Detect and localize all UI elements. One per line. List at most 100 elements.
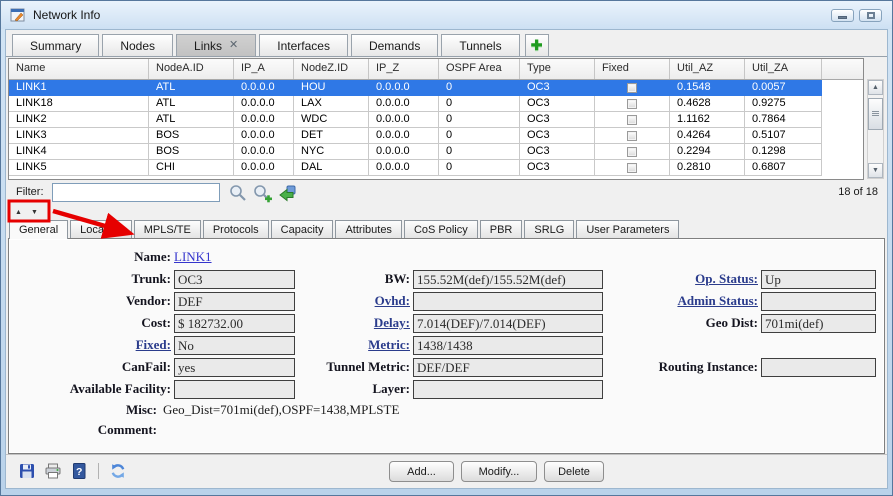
tab-summary[interactable]: Summary: [12, 34, 99, 56]
table-cell: LINK18: [9, 96, 149, 112]
table-row[interactable]: LINK1ATL0.0.0.0HOU0.0.0.00OC30.15480.005…: [9, 80, 863, 96]
field-label[interactable]: Fixed:: [9, 337, 171, 353]
table-row[interactable]: LINK3BOS0.0.0.0DET0.0.0.00OC30.42640.510…: [9, 128, 863, 144]
column-header[interactable]: OSPF Area: [439, 59, 520, 79]
delete-button[interactable]: Delete: [544, 461, 604, 482]
print-icon[interactable]: [44, 462, 62, 480]
table-cell: LINK2: [9, 112, 149, 128]
table-cell: WDC: [294, 112, 369, 128]
tab-label: Links: [194, 39, 222, 53]
column-header[interactable]: Util_ZA: [745, 59, 822, 79]
scroll-down-button[interactable]: ▼: [868, 163, 883, 178]
field-label: Tunnel Metric:: [298, 359, 410, 375]
tab-label: Interfaces: [277, 39, 330, 53]
link-detail-form: Name:LINK1Trunk:OC3BW:155.52M(def)/155.5…: [9, 246, 884, 440]
field-label: Layer:: [298, 381, 410, 397]
column-header[interactable]: NodeA.ID: [149, 59, 234, 79]
field-label[interactable]: Metric:: [298, 337, 410, 353]
table-cell: NYC: [294, 144, 369, 160]
search-icon[interactable]: [228, 183, 248, 203]
table-row[interactable]: LINK5CHI0.0.0.0DAL0.0.0.00OC30.28100.680…: [9, 160, 863, 176]
column-header[interactable]: IP_Z: [369, 59, 439, 79]
detail-tab-general[interactable]: General: [9, 220, 68, 239]
search-reset-icon[interactable]: [278, 183, 298, 203]
tab-nodes[interactable]: Nodes: [102, 34, 173, 56]
modify-button[interactable]: Modify...: [461, 461, 537, 482]
tab-interfaces[interactable]: Interfaces: [259, 34, 348, 56]
detail-tab-pbr[interactable]: PBR: [480, 220, 523, 238]
table-cell: LINK4: [9, 144, 149, 160]
column-header[interactable]: Type: [520, 59, 595, 79]
panel-collapse-controls: ▲ ▼: [6, 206, 38, 219]
field-label[interactable]: Ovhd:: [298, 293, 410, 309]
detail-tab-capacity[interactable]: Capacity: [271, 220, 334, 238]
window-titlebar[interactable]: Network Info: [1, 1, 892, 29]
column-header[interactable]: Fixed: [595, 59, 670, 79]
checkbox[interactable]: [627, 163, 637, 173]
detail-tab-location[interactable]: Location: [70, 220, 132, 238]
detail-tab-srlg[interactable]: SRLG: [524, 220, 574, 238]
filter-input[interactable]: [52, 183, 220, 202]
search-add-icon[interactable]: [252, 183, 272, 203]
save-icon[interactable]: [18, 462, 36, 480]
table-cell: LINK1: [9, 80, 149, 96]
table-cell: 0.0.0.0: [369, 96, 439, 112]
checkbox[interactable]: [627, 131, 637, 141]
column-header[interactable]: Util_AZ: [670, 59, 745, 79]
table-row[interactable]: LINK2ATL0.0.0.0WDC0.0.0.00OC31.11620.786…: [9, 112, 863, 128]
scrollbar-thumb[interactable]: [868, 98, 883, 130]
checkbox[interactable]: [627, 147, 637, 157]
detail-tab-protocols[interactable]: Protocols: [203, 220, 269, 238]
field-value: 7.014(DEF)/7.014(DEF): [413, 314, 603, 333]
detail-tab-user-parameters[interactable]: User Parameters: [576, 220, 679, 238]
checkbox[interactable]: [627, 83, 637, 93]
table-cell: ATL: [149, 112, 234, 128]
field-label: Geo Dist:: [606, 315, 758, 331]
field-label[interactable]: Admin Status:: [606, 293, 758, 309]
detail-tab-cos-policy[interactable]: CoS Policy: [404, 220, 478, 238]
column-header[interactable]: Name: [9, 59, 149, 79]
checkbox[interactable]: [627, 115, 637, 125]
form-row: Cost:$ 182732.00Delay:7.014(DEF)/7.014(D…: [9, 312, 884, 334]
column-header[interactable]: NodeZ.ID: [294, 59, 369, 79]
table-cell: 0.0057: [745, 80, 822, 96]
add-button[interactable]: Add...: [389, 461, 454, 482]
table-cell: 0.2810: [670, 160, 745, 176]
add-view-button[interactable]: ✚: [525, 34, 549, 56]
detail-tab-attributes[interactable]: Attributes: [335, 220, 401, 238]
table-row[interactable]: LINK18ATL0.0.0.0LAX0.0.0.00OC30.46280.92…: [9, 96, 863, 112]
collapse-up-button[interactable]: ▲: [15, 206, 22, 219]
table-row[interactable]: LINK4BOS0.0.0.0NYC0.0.0.00OC30.22940.129…: [9, 144, 863, 160]
detail-tab-mpls-te[interactable]: MPLS/TE: [134, 220, 201, 238]
refresh-icon[interactable]: [109, 462, 127, 480]
table-scrollbar[interactable]: ▲ ▼: [867, 79, 884, 179]
collapse-down-button[interactable]: ▼: [31, 206, 38, 219]
tab-demands[interactable]: Demands: [351, 34, 438, 56]
tab-label: Demands: [369, 39, 420, 53]
field-value: DEF/DEF: [413, 358, 603, 377]
tab-links[interactable]: Links ✕: [176, 34, 256, 56]
table-cell: OC3: [520, 144, 595, 160]
link-name-link[interactable]: LINK1: [174, 248, 876, 266]
help-icon[interactable]: ?: [70, 462, 88, 480]
table-cell: DAL: [294, 160, 369, 176]
table-cell: 0.0.0.0: [369, 128, 439, 144]
table-cell: OC3: [520, 112, 595, 128]
maximize-icon: [867, 12, 875, 19]
field-label: BW:: [298, 271, 410, 287]
field-label[interactable]: Op. Status:: [606, 271, 758, 287]
checkbox[interactable]: [627, 99, 637, 109]
tab-tunnels[interactable]: Tunnels: [441, 34, 519, 56]
table-cell: 1.1162: [670, 112, 745, 128]
close-tab-icon[interactable]: ✕: [229, 40, 238, 51]
scroll-up-button[interactable]: ▲: [868, 80, 883, 95]
maximize-button[interactable]: [859, 9, 882, 22]
form-row: Vendor:DEFOvhd:Admin Status:: [9, 290, 884, 312]
field-value: No: [174, 336, 295, 355]
link-name-value[interactable]: LINK1: [174, 249, 212, 264]
column-header[interactable]: IP_A: [234, 59, 294, 79]
field-label[interactable]: Delay:: [298, 315, 410, 331]
misc-label: Misc:: [9, 402, 157, 418]
form-row: Fixed:NoMetric:1438/1438: [9, 334, 884, 356]
minimize-button[interactable]: [831, 9, 854, 22]
